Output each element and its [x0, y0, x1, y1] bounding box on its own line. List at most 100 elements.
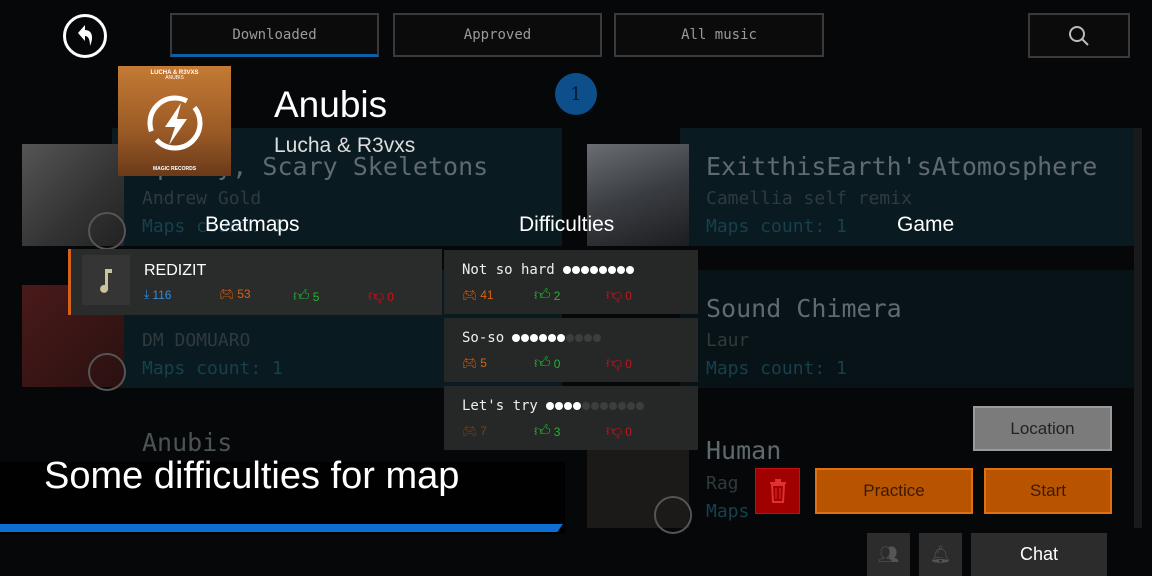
rating-dot	[616, 266, 625, 274]
thumbs-down-icon: 👎︎	[606, 287, 623, 304]
thumbs-down-icon: 👎︎	[606, 355, 623, 372]
likes-stat: 👍︎ 2	[534, 286, 560, 305]
section-game: Game	[897, 213, 955, 236]
rating-dot	[563, 402, 572, 410]
dislikes-stat: 👎︎ 0	[606, 286, 632, 305]
check-icon	[88, 212, 126, 250]
bell-icon: 🔔︎	[929, 544, 952, 564]
section-beatmaps: Beatmaps	[205, 213, 300, 236]
difficulty-label: So-so	[462, 330, 505, 346]
rating-dot	[539, 334, 548, 342]
search-icon	[1069, 25, 1089, 46]
plays-stat: 🎮︎ 41	[462, 288, 494, 302]
thumbs-up-icon: 👍︎	[293, 288, 310, 305]
plays-stat: 🎮︎ 5	[462, 356, 487, 370]
back-arrow-icon	[78, 25, 93, 46]
rating-dot	[575, 334, 584, 342]
rating-dot	[625, 266, 634, 274]
likes-count: 2	[553, 288, 561, 303]
gamepad-icon: 🎮︎	[462, 424, 478, 438]
cover-text: ANUBIS	[165, 74, 184, 81]
rating-dot	[530, 334, 539, 342]
likes-count: 5	[312, 289, 320, 304]
dislikes-stat: 👎︎ 0	[606, 422, 632, 441]
rating-dot	[590, 402, 599, 410]
download-icon: ⤓	[144, 287, 150, 301]
location-button[interactable]: Location	[973, 406, 1112, 451]
start-button[interactable]: Start	[984, 468, 1112, 514]
plays-count: 41	[480, 288, 494, 302]
rating-dot	[598, 266, 607, 274]
plays-stat: 🎮︎ 53	[219, 287, 251, 301]
difficulty-name: Let's try	[462, 398, 644, 414]
likes-stat: 👍︎ 3	[534, 422, 560, 441]
back-button[interactable]	[63, 14, 107, 58]
rating-dot	[617, 402, 626, 410]
selected-artist: Lucha & R3vxs	[274, 134, 416, 157]
bg-artist: DM DOMUARO	[142, 330, 251, 351]
difficulty-label: Not so hard	[462, 262, 555, 278]
difficulty-rating	[512, 334, 602, 342]
gamepad-icon: 🎮︎	[219, 287, 235, 301]
thumbs-up-icon: 👍︎	[534, 287, 551, 304]
rating-dot	[593, 334, 602, 342]
likes-stat: 👍︎ 5	[293, 287, 319, 306]
dislikes-count: 0	[387, 289, 394, 304]
dislikes-count: 0	[625, 424, 632, 439]
difficulty-item[interactable]: Not so hard 🎮︎ 41 👍︎ 2 👎︎ 0	[444, 250, 698, 314]
bg-artist: Laur	[706, 330, 750, 351]
rating-dot	[566, 334, 575, 342]
rating-dot	[626, 402, 635, 410]
bg-title: Human	[706, 436, 782, 465]
rating-dot	[581, 402, 590, 410]
rating-dot	[608, 402, 617, 410]
likes-stat: 👍︎ 0	[534, 354, 560, 373]
beatmap-item[interactable]: REDIZIT ⤓ 116 🎮︎ 53 👍︎ 5 👎︎ 0	[68, 249, 442, 315]
gamepad-icon: 🎮︎	[462, 356, 478, 370]
bg-artist: Andrew Gold	[142, 188, 262, 209]
beatmap-name: REDIZIT	[144, 262, 207, 279]
check-icon	[88, 353, 126, 391]
downloads-count: 116	[152, 287, 172, 302]
practice-button[interactable]: Practice	[815, 468, 973, 514]
rating-dot	[584, 334, 593, 342]
section-difficulties: Difficulties	[519, 213, 615, 236]
bg-title: Anubis	[142, 428, 233, 457]
chat-button[interactable]: Chat	[971, 533, 1107, 576]
bg-title: Sound Chimera	[706, 294, 902, 323]
gamepad-icon: 🎮︎	[462, 288, 478, 302]
plays-count: 53	[237, 287, 251, 301]
likes-count: 3	[553, 424, 561, 439]
downloads-stat: ⤓ 116	[144, 287, 171, 302]
difficulty-item[interactable]: Let's try 🎮︎ 7 👍︎ 3 👎︎ 0	[444, 386, 698, 450]
difficulty-item[interactable]: So-so 🎮︎ 5 👍︎ 0 👎︎ 0	[444, 318, 698, 382]
tab-downloaded[interactable]: Downloaded	[170, 13, 379, 57]
people-icon: 👥︎	[877, 544, 900, 564]
difficulty-label: Let's try	[462, 398, 538, 414]
selected-title: Anubis	[274, 84, 388, 125]
thumbs-down-icon: 👎︎	[606, 423, 623, 440]
tab-all-music[interactable]: All music	[614, 13, 824, 57]
rating-dot	[580, 266, 589, 274]
search-button[interactable]	[1028, 13, 1130, 58]
bg-title: ExitthisEarth'sAtomosphere	[706, 152, 1098, 181]
trash-icon	[769, 479, 786, 503]
rating-dot	[548, 334, 557, 342]
bg-maps: Maps count: 1	[706, 358, 847, 379]
rating-dot	[554, 402, 563, 410]
plays-count: 7	[480, 424, 487, 438]
count-badge: 1	[555, 73, 597, 115]
rating-dot	[557, 334, 566, 342]
rating-dot	[599, 402, 608, 410]
difficulty-name: Not so hard	[462, 262, 634, 278]
friends-button[interactable]: 👥︎	[867, 533, 910, 576]
dislikes-stat: 👎︎ 0	[606, 354, 632, 373]
scrollbar[interactable]	[1134, 128, 1142, 528]
bg-artist: Camellia self remix	[706, 188, 912, 209]
progress-bar	[0, 524, 563, 532]
dislikes-count: 0	[625, 356, 632, 371]
album-cover: LUCHA & R3VXS ANUBIS MAGIC RECORDS	[118, 66, 231, 176]
notifications-button[interactable]: 🔔︎	[919, 533, 962, 576]
tab-approved[interactable]: Approved	[393, 13, 602, 57]
delete-button[interactable]	[755, 468, 800, 514]
